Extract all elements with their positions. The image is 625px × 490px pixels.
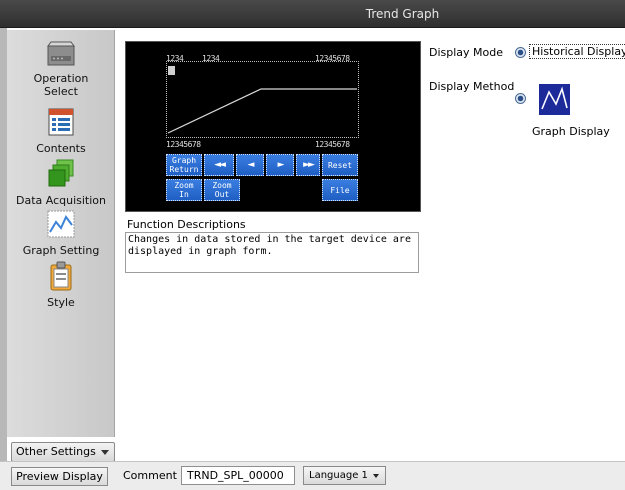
preview-trend-line <box>167 88 357 134</box>
trend-graph-preview: 1234 1234 12345678 12345678 12345678 Gra… <box>125 41 421 212</box>
function-descriptions-label: Function Descriptions <box>127 218 246 231</box>
preview-zoom-in-button: Zoom In <box>166 179 202 201</box>
display-mode-label: Display Mode <box>429 46 504 59</box>
language-select-value: Language 1 <box>309 470 368 481</box>
preview-fast-back-button: ◄◄ <box>204 154 234 176</box>
preview-cursor-marker <box>168 66 175 75</box>
sidebar-item-label-2: Contents <box>36 142 86 155</box>
title-bar: Trend Graph <box>0 0 625 28</box>
preview-forward-button: ► <box>266 154 294 176</box>
preview-graph-return-button: Graph Return <box>166 154 202 176</box>
chevron-down-icon <box>101 450 109 455</box>
sidebar: Operation Select Contents Data Acquisiti… <box>7 30 115 437</box>
graph-setting-icon <box>45 208 77 240</box>
sidebar-item-graph-setting[interactable]: Graph Setting <box>7 208 115 257</box>
historical-display-label[interactable]: Historical Display <box>529 44 625 59</box>
display-method-label: Display Method <box>429 80 515 93</box>
preview-reset-button: Reset <box>322 154 358 176</box>
contents-icon <box>45 106 77 138</box>
sidebar-item-data-acquisition[interactable]: Data Acquisition <box>7 158 115 207</box>
other-settings-label: Other Settings <box>16 445 96 458</box>
sidebar-item-label-5: Style <box>47 296 75 309</box>
sidebar-item-operation-select[interactable]: Operation Select <box>7 38 115 100</box>
sidebar-item-label-4: Graph Setting <box>22 244 100 257</box>
comment-input[interactable]: TRND_SPL_00000 <box>181 466 295 485</box>
function-descriptions-box: Changes in data stored in the target dev… <box>125 232 419 273</box>
sidebar-item-style[interactable]: Style <box>7 260 115 309</box>
preview-value-bottom-right: 12345678 <box>315 140 350 149</box>
sidebar-item-label-3: Data Acquisition <box>15 194 106 207</box>
data-acquisition-icon <box>45 158 77 190</box>
graph-display-label: Graph Display <box>532 125 610 138</box>
comment-label: Comment <box>123 469 177 482</box>
graph-display-icon[interactable] <box>539 84 570 115</box>
preview-value-bottom-left: 12345678 <box>166 140 201 149</box>
preview-display-button[interactable]: Preview Display <box>11 467 108 486</box>
sidebar-item-contents[interactable]: Contents <box>7 106 115 155</box>
other-settings-dropdown[interactable]: Other Settings <box>11 442 115 462</box>
window-title: Trend Graph <box>365 7 440 21</box>
chevron-down-icon <box>373 474 379 478</box>
frame-edge <box>0 28 7 490</box>
style-icon <box>45 260 77 292</box>
graph-display-radio[interactable] <box>515 93 526 104</box>
preview-back-button: ◄ <box>236 154 264 176</box>
operation-select-icon <box>45 38 77 70</box>
historical-display-radio[interactable] <box>515 47 526 58</box>
sidebar-item-label-1: Operation Select <box>33 72 89 98</box>
preview-file-button: File <box>322 179 358 201</box>
preview-fast-forward-button: ►► <box>296 154 320 176</box>
preview-zoom-out-button: Zoom Out <box>204 179 240 201</box>
language-select[interactable]: Language 1 <box>303 466 386 485</box>
